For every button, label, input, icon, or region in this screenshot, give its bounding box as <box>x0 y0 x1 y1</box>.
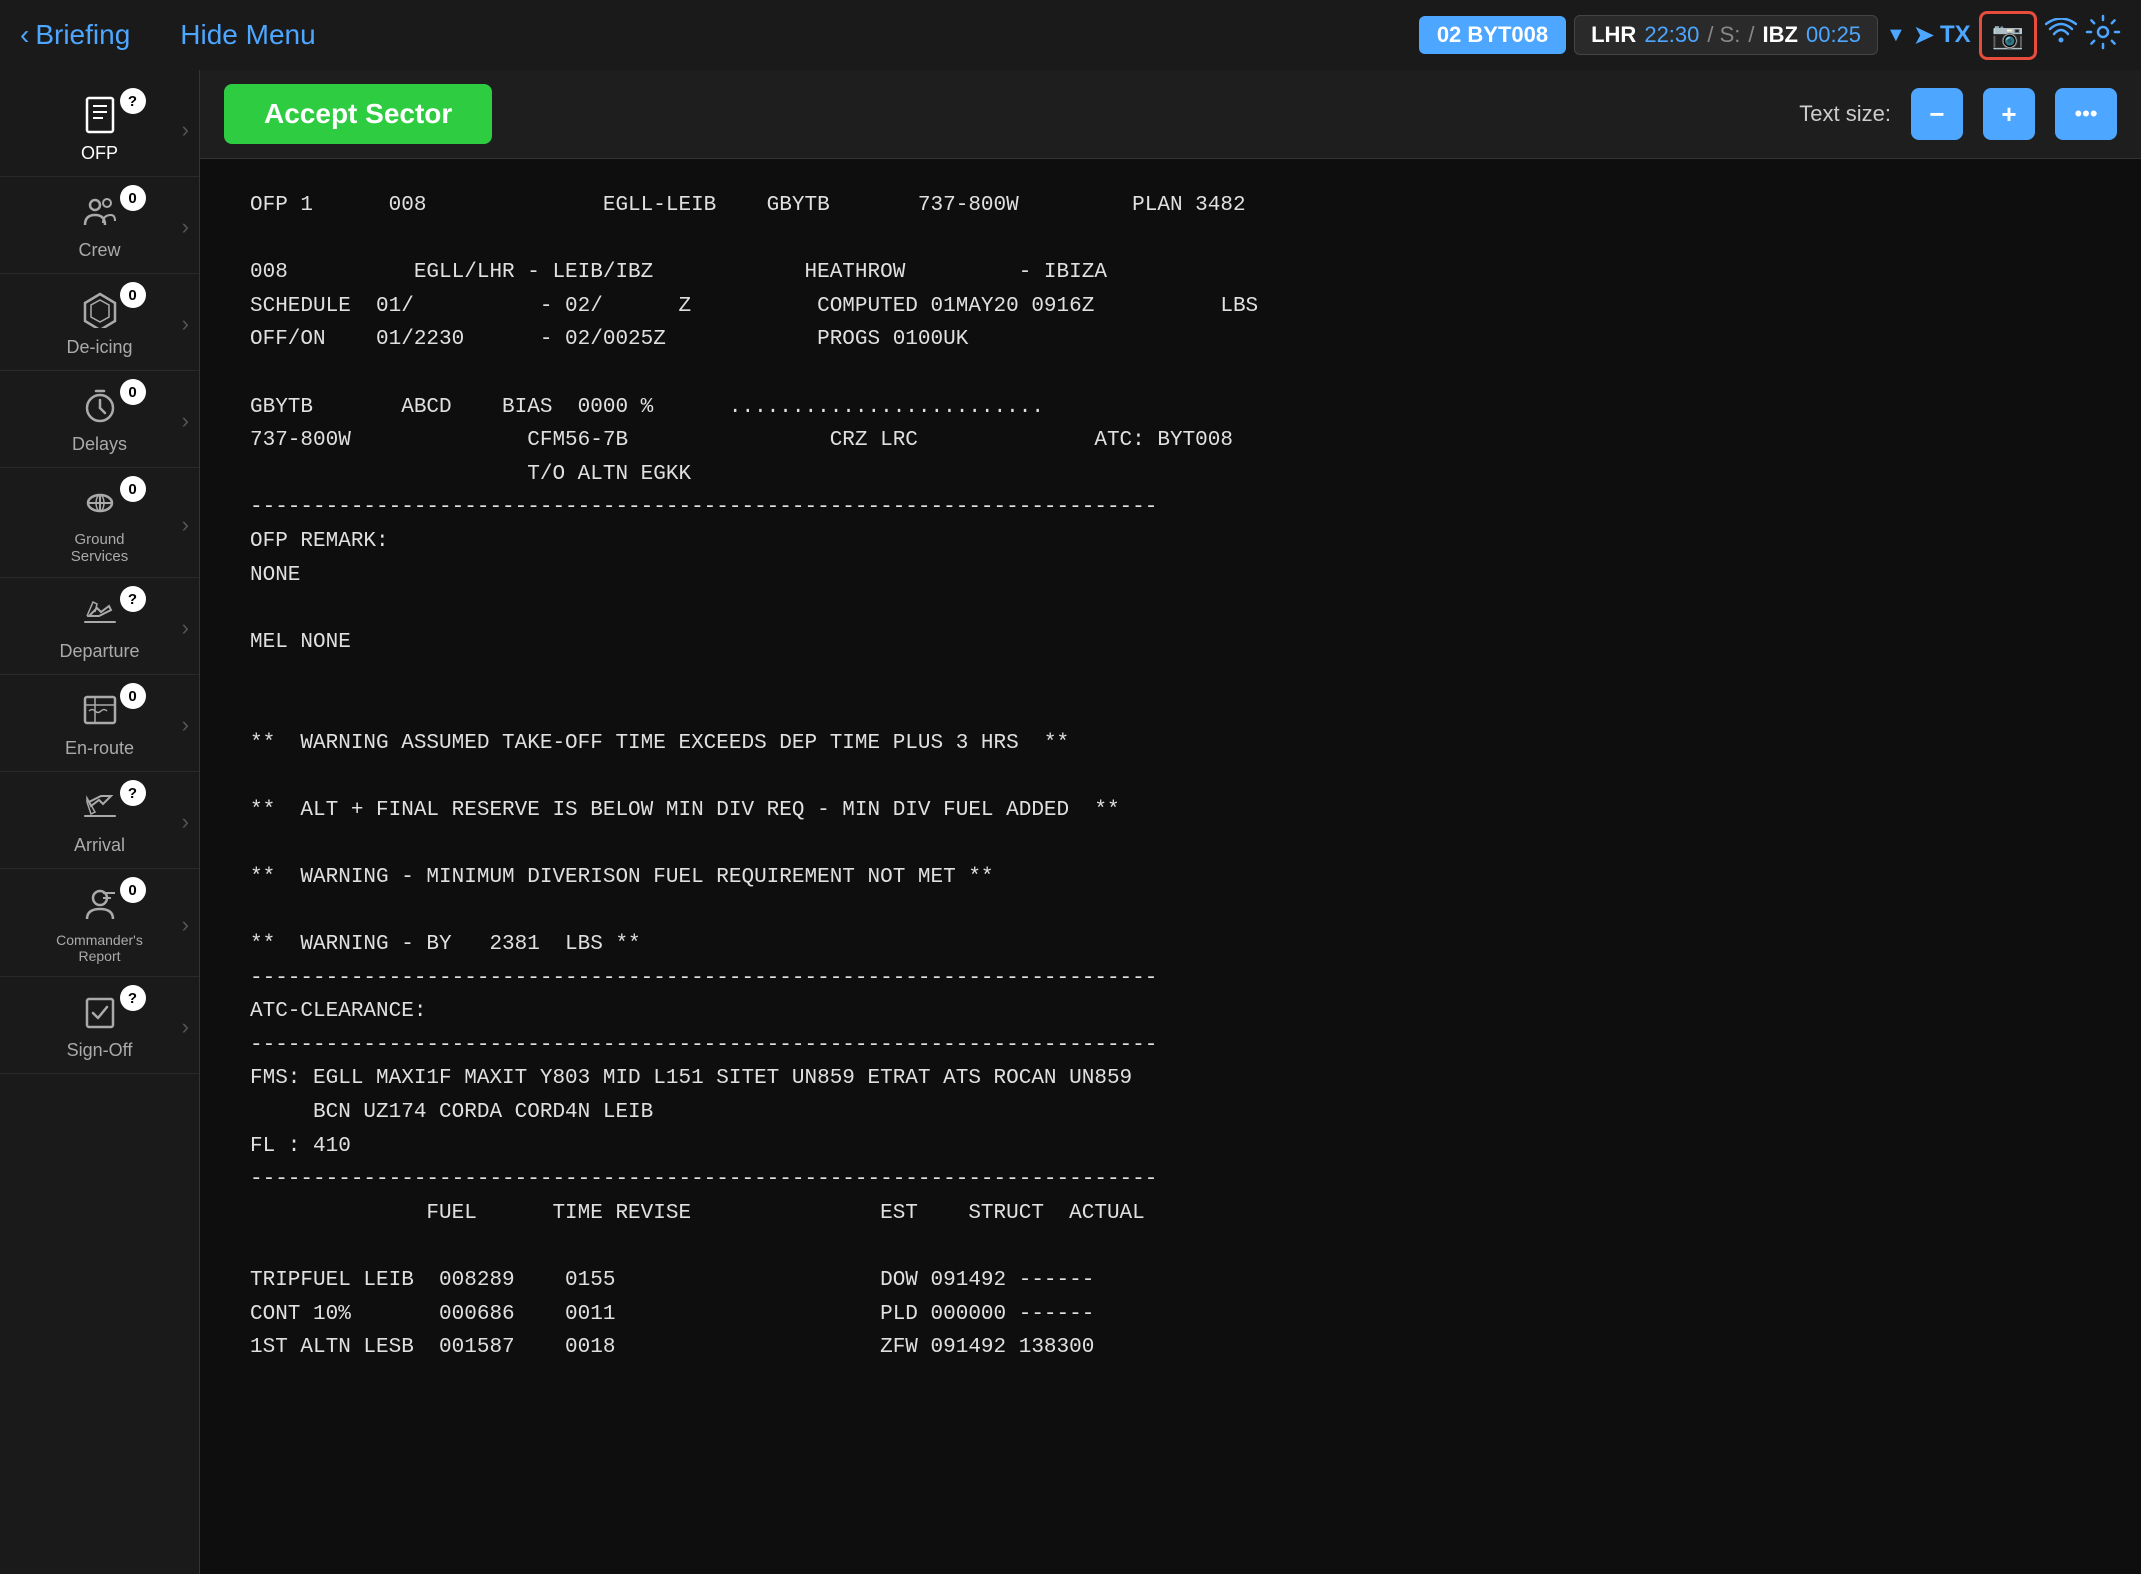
sidebar-item-commanders-report[interactable]: Commander's Report 0 › <box>0 869 199 977</box>
sidebar-item-departure[interactable]: Departure ? › <box>0 578 199 675</box>
content-area: Accept Sector Text size: − + ••• OFP 1 0… <box>200 70 2141 1574</box>
ofp-chevron-icon: › <box>182 117 189 143</box>
main-layout: OFP ? › Crew <box>0 70 2141 1574</box>
ground-services-icon <box>81 484 119 527</box>
commanders-report-icon <box>81 885 119 928</box>
back-nav[interactable]: ‹ Briefing <box>20 19 130 51</box>
delays-badge: 0 <box>120 379 146 405</box>
sidebar-item-ground-services[interactable]: Ground Services 0 › <box>0 468 199 578</box>
toolbar: Accept Sector Text size: − + ••• <box>200 70 2141 159</box>
sidebar-ofp-label: OFP <box>81 143 118 164</box>
sidebar-arrival-label: Arrival <box>74 835 125 856</box>
departure-icon <box>81 594 119 637</box>
camera-button[interactable]: 📷 <box>1979 11 2037 60</box>
deicing-chevron-icon: › <box>182 311 189 337</box>
en-route-icon <box>81 691 119 734</box>
sidebar-item-sign-off[interactable]: Sign-Off ? › <box>0 977 199 1074</box>
wifi-button[interactable] <box>2045 18 2077 53</box>
sidebar-item-delays[interactable]: Delays 0 › <box>0 371 199 468</box>
camera-icon: 📷 <box>1992 20 2024 50</box>
sidebar-item-arrival[interactable]: Arrival ? › <box>0 772 199 869</box>
top-bar: ‹ Briefing Hide Menu 02 BYT008 LHR 22:30… <box>0 0 2141 70</box>
sidebar-item-en-route[interactable]: En-route 0 › <box>0 675 199 772</box>
arrival-time: 00:25 <box>1806 22 1861 48</box>
sidebar-item-ofp[interactable]: OFP ? › <box>0 80 199 177</box>
back-label[interactable]: Briefing <box>35 19 130 51</box>
route-dropdown-icon[interactable]: ▼ <box>1886 24 1906 47</box>
departure-airport: LHR <box>1591 22 1636 48</box>
sidebar-item-crew[interactable]: Crew 0 › <box>0 177 199 274</box>
ofp-text: OFP 1 008 EGLL-LEIB GBYTB 737-800W PLAN … <box>250 189 2091 1365</box>
deicing-badge: 0 <box>120 282 146 308</box>
delays-chevron-icon: › <box>182 408 189 434</box>
sidebar-signoff-label: Sign-Off <box>67 1040 133 1061</box>
hide-menu-button[interactable]: Hide Menu <box>180 19 315 51</box>
crew-chevron-icon: › <box>182 214 189 240</box>
back-chevron-icon: ‹ <box>20 19 29 51</box>
separator1: / S: <box>1707 22 1740 48</box>
separator2: / <box>1748 22 1754 48</box>
sidebar-ground-services-label: Ground Services <box>50 531 150 565</box>
sidebar: OFP ? › Crew <box>0 70 200 1574</box>
text-size-decrease-button[interactable]: − <box>1911 88 1963 140</box>
settings-button[interactable] <box>2085 14 2121 57</box>
commanders-badge: 0 <box>120 877 146 903</box>
signoff-chevron-icon: › <box>182 1014 189 1040</box>
sidebar-commanders-label: Commander's Report <box>50 932 150 964</box>
arrival-icon <box>81 788 119 831</box>
ofp-icon <box>81 96 119 139</box>
ofp-content-area[interactable]: OFP 1 008 EGLL-LEIB GBYTB 737-800W PLAN … <box>200 159 2141 1574</box>
text-size-label: Text size: <box>1799 101 1891 127</box>
arrival-chevron-icon: › <box>182 809 189 835</box>
signoff-badge: ? <box>120 985 146 1011</box>
flight-info: 02 BYT008 LHR 22:30 / S: / IBZ 00:25 ▼ ➤… <box>1419 11 2121 60</box>
enroute-chevron-icon: › <box>182 712 189 738</box>
departure-badge: ? <box>120 586 146 612</box>
crew-badge: 0 <box>120 185 146 211</box>
tx-label: TX <box>1940 21 1971 49</box>
sign-off-icon <box>81 993 119 1036</box>
de-icing-icon <box>81 290 119 333</box>
sidebar-enroute-label: En-route <box>65 738 134 759</box>
text-size-more-button[interactable]: ••• <box>2055 88 2117 140</box>
arrival-badge: ? <box>120 780 146 806</box>
flight-route: LHR 22:30 / S: / IBZ 00:25 <box>1574 15 1878 55</box>
arrival-airport: IBZ <box>1763 22 1798 48</box>
ground-services-chevron-icon: › <box>182 512 189 538</box>
sidebar-crew-label: Crew <box>78 240 120 261</box>
ground-services-badge: 0 <box>120 476 146 502</box>
sidebar-departure-label: Departure <box>59 641 139 662</box>
delays-icon <box>81 387 119 430</box>
accept-sector-button[interactable]: Accept Sector <box>224 84 492 144</box>
departure-chevron-icon: › <box>182 615 189 641</box>
crew-icon <box>81 193 119 236</box>
text-size-increase-button[interactable]: + <box>1983 88 2035 140</box>
tx-button[interactable]: ➤ TX <box>1914 21 1971 50</box>
sidebar-delays-label: Delays <box>72 434 127 455</box>
commanders-chevron-icon: › <box>182 912 189 938</box>
ofp-badge: ? <box>120 88 146 114</box>
sidebar-deicing-label: De-icing <box>66 337 132 358</box>
tx-arrow-icon: ➤ <box>1914 21 1934 50</box>
sidebar-item-de-icing[interactable]: De-icing 0 › <box>0 274 199 371</box>
departure-time: 22:30 <box>1644 22 1699 48</box>
flight-badge[interactable]: 02 BYT008 <box>1419 16 1566 54</box>
enroute-badge: 0 <box>120 683 146 709</box>
